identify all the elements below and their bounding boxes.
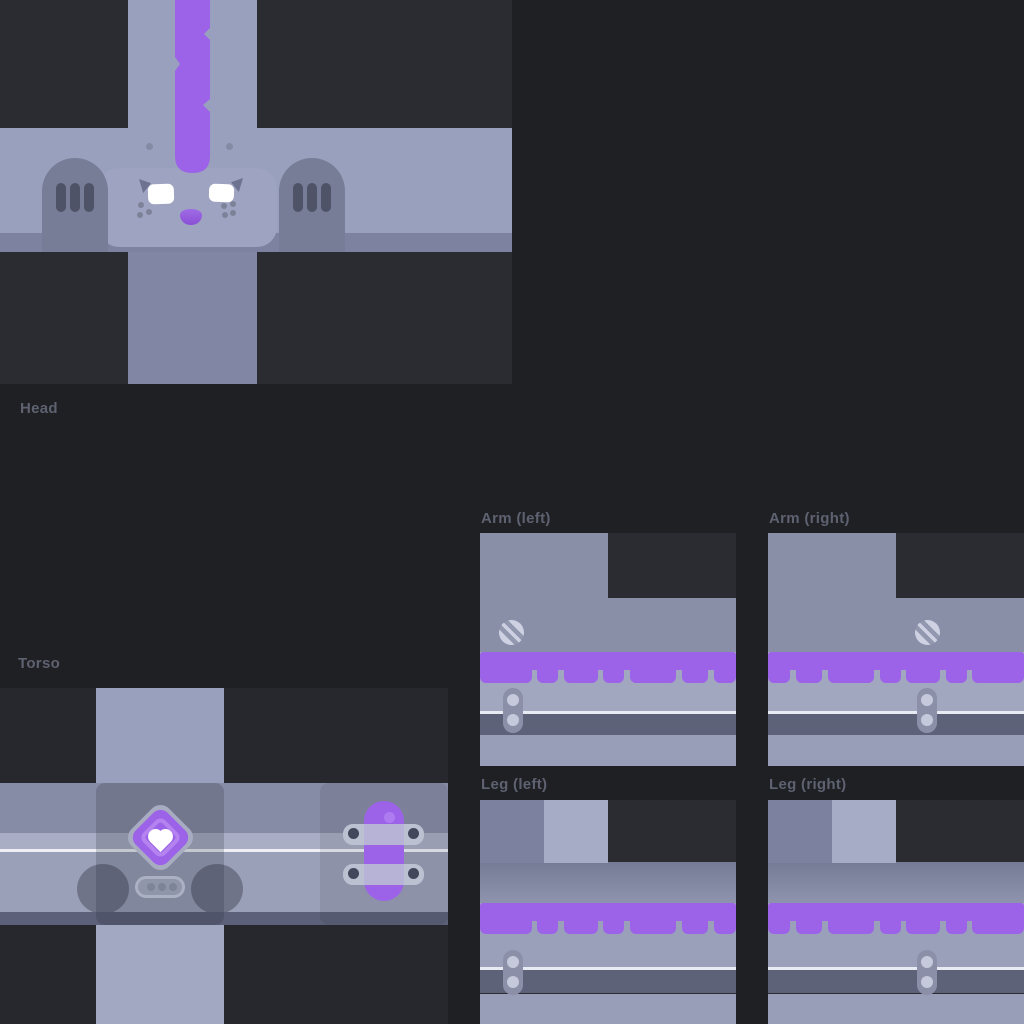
leg-top-block-dark — [768, 800, 832, 863]
section-label-leg-right: Leg (right) — [769, 776, 846, 793]
clasp-highlight — [384, 812, 395, 823]
head-texture-tile — [0, 0, 512, 384]
face-panel — [99, 168, 277, 247]
ear-vent-icon — [70, 183, 80, 212]
rivet-icon — [408, 868, 419, 879]
leg-dark-band — [768, 970, 1024, 994]
ear-left — [42, 158, 108, 252]
head-purple-stripe — [175, 0, 210, 173]
screw-icon — [499, 620, 524, 645]
arm-dark-band — [768, 714, 1024, 735]
ear-vent-icon — [307, 183, 317, 212]
buckle-dot — [147, 883, 155, 891]
freckle — [138, 202, 144, 208]
torso-top-column — [96, 688, 224, 783]
eye-left — [148, 184, 175, 205]
leg-left-texture-tile — [480, 800, 736, 1024]
ear-vent-icon — [321, 183, 331, 212]
purple-paint-band — [768, 903, 1024, 934]
leg-top-block-light — [544, 800, 608, 863]
arm-bottom-band — [480, 735, 736, 766]
brow-dot-left — [146, 143, 153, 150]
rivet-icon — [348, 868, 359, 879]
freckle — [230, 210, 236, 216]
purple-paint-band — [480, 652, 736, 683]
ear-right — [279, 158, 345, 252]
arm-left-texture-tile — [480, 533, 736, 766]
torso-texture-tile — [0, 688, 448, 1024]
buckle-dot — [169, 883, 177, 891]
zipper-pull-icon — [503, 688, 523, 733]
section-label-arm-right: Arm (right) — [769, 510, 850, 527]
leg-uv-cutout — [608, 800, 736, 862]
zipper-pull-icon — [503, 950, 523, 995]
leg-bottom-band — [768, 994, 1024, 1024]
purple-paint-band — [480, 903, 736, 934]
freckle — [146, 209, 152, 215]
zipper-pull-icon — [917, 688, 937, 733]
texture-sheet-page: Head Torso Arm (left) — [0, 0, 1024, 1024]
arm-uv-cutout — [608, 533, 736, 598]
eye-right — [209, 184, 235, 203]
brow-dot-right — [226, 143, 233, 150]
screw-icon — [915, 620, 940, 645]
section-label-head: Head — [20, 400, 58, 417]
leg-top-block-dark — [480, 800, 544, 863]
freckle — [221, 203, 227, 209]
ear-vent-icon — [56, 183, 66, 212]
ear-vent-icon — [84, 183, 94, 212]
leg-bottom-band — [480, 994, 736, 1024]
section-label-torso: Torso — [18, 655, 60, 672]
zipper-pull-icon — [917, 950, 937, 995]
arm-bottom-band — [768, 735, 1024, 766]
section-label-arm-left: Arm (left) — [481, 510, 551, 527]
purple-paint-band — [768, 652, 1024, 683]
section-label-leg-left: Leg (left) — [481, 776, 547, 793]
torso-bottom-column — [96, 925, 224, 1024]
head-bottom-column — [128, 252, 257, 384]
freckle — [222, 212, 228, 218]
buckle-dot — [158, 883, 166, 891]
arm-right-texture-tile — [768, 533, 1024, 766]
freckle — [230, 201, 236, 207]
rivet-icon — [348, 828, 359, 839]
leg-right-texture-tile — [768, 800, 1024, 1024]
leg-top-block-light — [832, 800, 896, 863]
ear-vent-icon — [293, 183, 303, 212]
leg-uv-cutout — [896, 800, 1024, 862]
arm-uv-cutout — [896, 533, 1024, 598]
freckle — [137, 212, 143, 218]
rivet-icon — [408, 828, 419, 839]
leg-shade-gradient — [768, 862, 1024, 903]
leg-shade-gradient — [480, 862, 736, 903]
